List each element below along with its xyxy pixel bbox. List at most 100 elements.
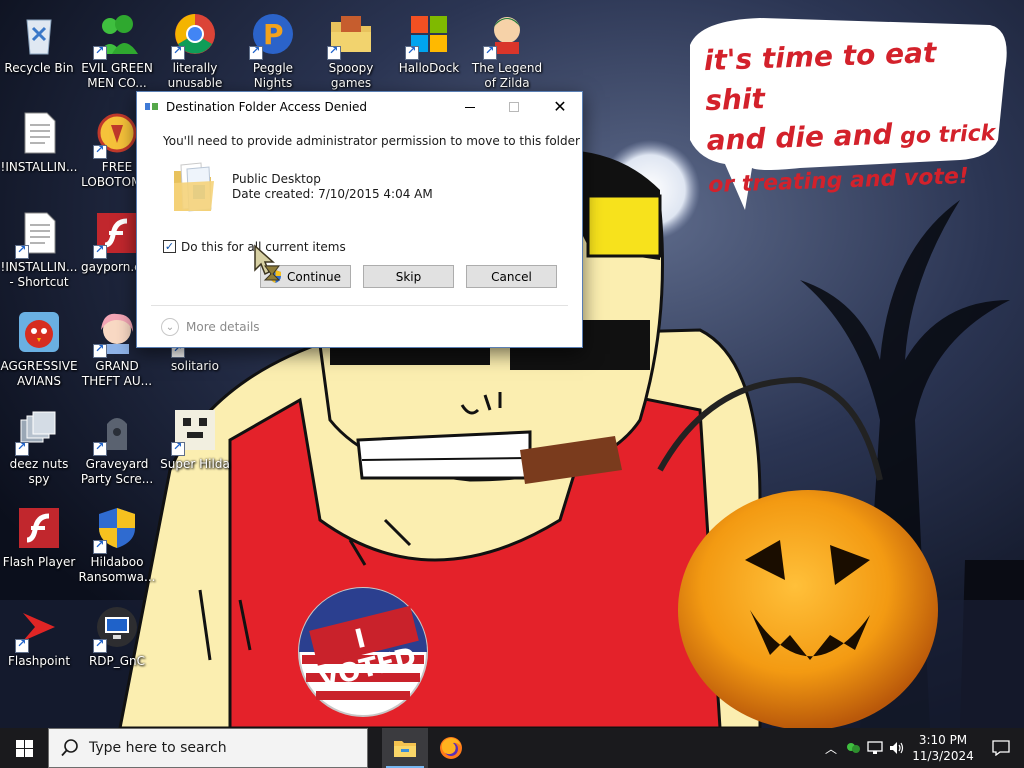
desktop-icon-label: GRAND THEFT AU... xyxy=(81,359,153,388)
desktop-icon[interactable]: The Legend of Zilda xyxy=(468,4,546,98)
file-explorer-icon xyxy=(394,741,416,757)
shortcut-arrow-icon xyxy=(15,243,29,259)
desktop-icon-label: EVIL GREEN MEN CO... xyxy=(81,61,153,90)
bubble-line-2a: and die and xyxy=(706,117,894,158)
flashpoint-icon xyxy=(15,603,63,653)
desktop-icon[interactable]: !INSTALLIN... xyxy=(0,103,78,197)
super-hilda-icon xyxy=(171,406,219,456)
chevron-up-icon: ︿ xyxy=(824,741,837,756)
maximize-icon xyxy=(509,102,519,112)
graveyard-icon xyxy=(93,406,141,456)
search-icon xyxy=(61,739,78,757)
desktop-icon[interactable]: Recycle Bin xyxy=(0,4,78,98)
desktop-icon[interactable]: PPeggle Nights Deluxe xyxy=(234,4,312,105)
shortcut-arrow-icon xyxy=(405,44,419,60)
taskbar-search-box[interactable]: Type here to search xyxy=(48,728,368,768)
search-placeholder: Type here to search xyxy=(89,740,227,756)
desktop-icon[interactable]: Spoopy games xyxy=(312,4,390,98)
shortcut-arrow-icon xyxy=(15,637,29,653)
desktop-icon[interactable]: Flash Player xyxy=(0,498,78,592)
dialog-message: You'll need to provide administrator per… xyxy=(163,134,580,148)
dialog-title: Destination Folder Access Denied xyxy=(166,100,368,114)
chrome-icon xyxy=(171,10,219,60)
desktop-icon[interactable]: HalloDock xyxy=(390,4,468,98)
shortcut-arrow-icon xyxy=(15,440,29,456)
desktop-icon[interactable]: Flashpoint xyxy=(0,597,78,691)
desktop-icon-label: deez nuts spy xyxy=(9,457,69,486)
network-button[interactable] xyxy=(864,728,886,768)
folder-icon xyxy=(171,159,217,215)
shortcut-arrow-icon xyxy=(93,44,107,60)
peggle-icon: P xyxy=(249,10,297,60)
skip-button[interactable]: Skip xyxy=(363,265,454,288)
desktop-icon[interactable]: EVIL GREEN MEN CO... xyxy=(78,4,156,98)
apply-all-checkbox[interactable]: ✓ xyxy=(163,240,176,253)
cancel-button[interactable]: Cancel xyxy=(466,265,557,288)
shortcut-arrow-icon xyxy=(327,44,341,60)
desktop-icon-label: Graveyard Party Scre... xyxy=(80,457,154,486)
taskbar-file-explorer[interactable] xyxy=(382,728,428,768)
close-button[interactable]: ✕ xyxy=(537,92,583,122)
firefox-icon xyxy=(440,737,462,759)
action-center-button[interactable] xyxy=(978,728,1024,768)
svg-text:P: P xyxy=(263,18,284,51)
desktop-icon[interactable]: Super Hilda xyxy=(156,400,234,494)
angry-bird-icon xyxy=(15,308,63,356)
desktop-icon[interactable]: Graveyard Party Scre... xyxy=(78,400,156,494)
desktop-icon[interactable]: RDP_GnC xyxy=(78,597,156,691)
dialog-titlebar[interactable]: Destination Folder Access Denied ✕ xyxy=(137,92,582,122)
tray-app-button[interactable] xyxy=(842,728,864,768)
access-denied-dialog: Destination Folder Access Denied ✕ You'l… xyxy=(136,91,583,348)
shortcut-arrow-icon xyxy=(171,44,185,60)
speech-bubble-text: it's time to eat shit and die and go tri… xyxy=(703,31,999,206)
more-details-label: More details xyxy=(186,320,260,334)
desktop-icon[interactable]: !INSTALLIN... - Shortcut xyxy=(0,203,78,297)
move-app-icon xyxy=(145,101,159,113)
desktop-icon[interactable]: AGGRESSIVE AVIANS xyxy=(0,302,78,396)
start-button[interactable] xyxy=(0,728,48,768)
rdp-icon xyxy=(93,603,141,653)
green-app-tray-icon xyxy=(847,743,860,753)
folder-icon xyxy=(327,10,375,60)
mouse-cursor-icon xyxy=(253,244,283,282)
windows-start-icon xyxy=(15,739,33,757)
more-details-toggle[interactable]: ⌄ More details xyxy=(161,318,260,336)
desktop-icon-label: Super Hilda xyxy=(160,457,230,471)
desktop-icon-label: Flashpoint xyxy=(7,654,71,668)
anime-girl-icon xyxy=(93,308,141,358)
document-icon xyxy=(15,209,63,259)
notification-icon xyxy=(992,740,1010,756)
desktop-icon-label: !INSTALLIN... - Shortcut xyxy=(0,260,78,289)
shortcut-arrow-icon xyxy=(249,44,263,60)
desktop-icon-label: AGGRESSIVE AVIANS xyxy=(0,359,78,388)
shortcut-arrow-icon xyxy=(93,342,107,358)
desktop-icon-label: Spoopy games xyxy=(328,61,374,90)
desktop-icon[interactable]: deez nuts spy xyxy=(0,400,78,494)
close-icon: ✕ xyxy=(553,97,567,116)
taskbar-firefox[interactable] xyxy=(428,728,474,768)
desktop-icon-label: !INSTALLIN... xyxy=(0,160,78,174)
show-hidden-icons-button[interactable]: ︿ xyxy=(820,728,842,768)
maximize-button xyxy=(491,92,537,122)
shortcut-arrow-icon xyxy=(93,143,107,159)
desktop-icon[interactable]: literally unusable xyxy=(156,4,234,98)
shortcut-arrow-icon xyxy=(171,440,185,456)
shortcut-arrow-icon xyxy=(93,637,107,653)
desktop-icon-label: HalloDock xyxy=(398,61,460,75)
checkmark-icon: ✓ xyxy=(164,240,175,253)
volume-button[interactable] xyxy=(886,728,908,768)
network-icon xyxy=(867,741,883,754)
desktop-icon-label: The Legend of Zilda xyxy=(471,61,543,90)
desktop-icon[interactable]: Hildaboo Ransomwa... xyxy=(78,498,156,592)
taskbar-clock[interactable]: 3:10 PM 11/3/2024 xyxy=(908,732,978,764)
recycle-bin-icon xyxy=(15,10,63,58)
windows-stack-icon xyxy=(15,406,63,456)
document-icon xyxy=(15,109,63,157)
chevron-down-icon: ⌄ xyxy=(161,318,179,336)
windows-logo-icon xyxy=(405,10,453,60)
desktop-icon-label: RDP_GnC xyxy=(88,654,146,668)
zilda-icon xyxy=(483,10,531,60)
minimize-button[interactable] xyxy=(447,92,493,122)
lobotomy-icon xyxy=(93,109,141,159)
desktop-icon-label: literally unusable xyxy=(167,61,223,90)
